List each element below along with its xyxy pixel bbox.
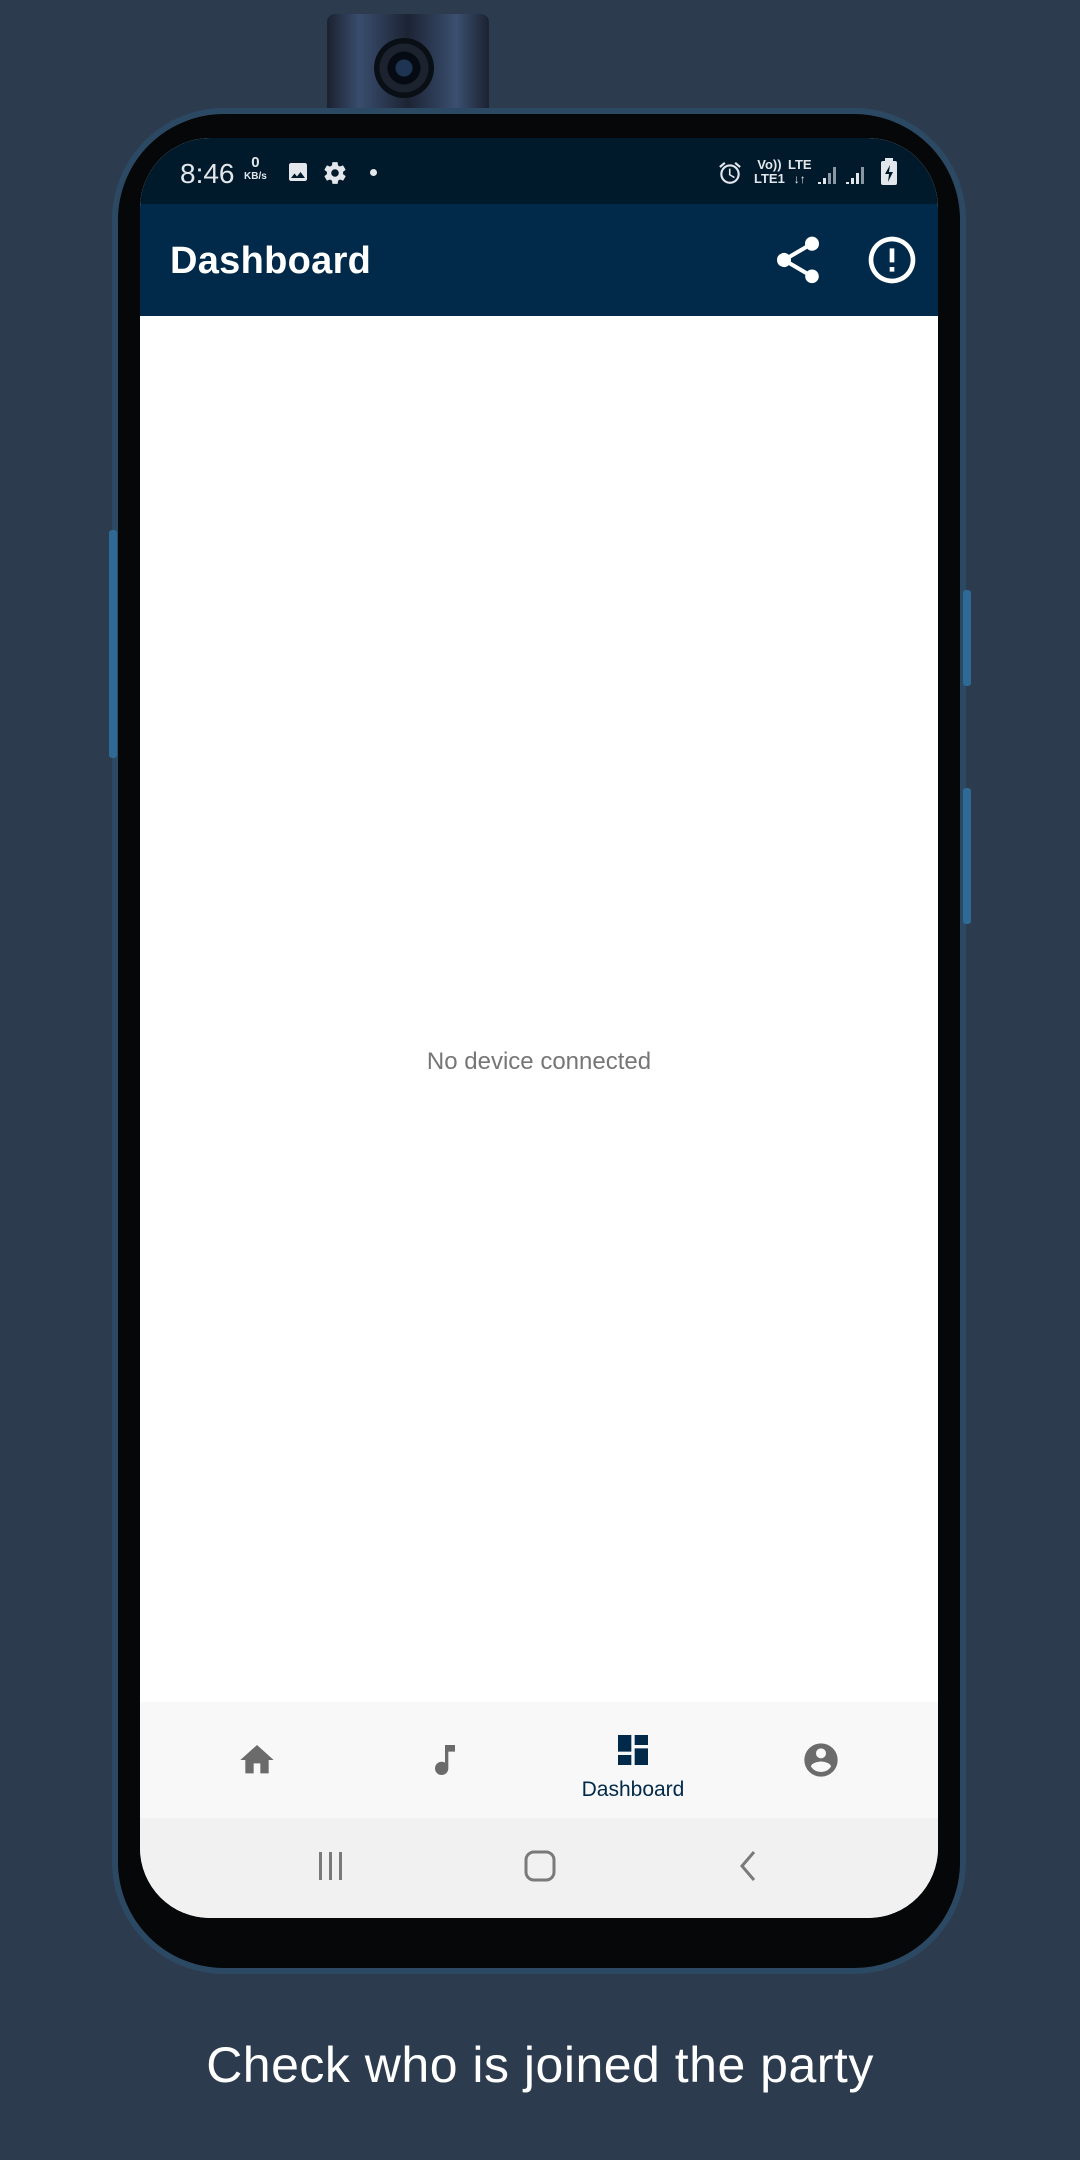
volte-indicator: Vo)) LTE1 xyxy=(754,157,785,186)
settings-icon xyxy=(322,160,348,191)
account-icon xyxy=(804,1743,838,1777)
nav-item-profile[interactable] xyxy=(727,1702,915,1818)
nav-label-dashboard: Dashboard xyxy=(581,1778,685,1801)
side-button xyxy=(963,788,971,924)
info-icon xyxy=(868,236,916,284)
gallery-icon xyxy=(286,160,310,189)
home-button-icon[interactable] xyxy=(522,1848,558,1889)
page-title: Dashboard xyxy=(170,240,372,282)
dashboard-icon xyxy=(618,1735,648,1765)
alarm-icon xyxy=(717,160,743,191)
bottom-navigation: Dashboard xyxy=(140,1702,938,1818)
battery-icon xyxy=(880,158,898,191)
nav-item-music[interactable] xyxy=(351,1702,539,1818)
home-icon xyxy=(240,1745,274,1774)
empty-state-message: No device connected xyxy=(426,1048,652,1075)
camera-lens xyxy=(374,38,434,98)
lte-indicator: LTE ↓↑ xyxy=(788,157,812,187)
back-icon[interactable] xyxy=(734,1848,764,1889)
notification-dot xyxy=(370,169,377,176)
recent-apps-icon[interactable] xyxy=(316,1848,346,1889)
net-speed: 0 KB/s xyxy=(244,154,267,182)
signal-icon-1 xyxy=(816,162,840,189)
share-button[interactable] xyxy=(770,232,826,288)
status-time: 8:46 xyxy=(180,158,235,189)
phone-screen: 8:46 0 KB/s Vo)) LTE1 LTE ↓↑ Dashboard N… xyxy=(140,138,938,1918)
promo-caption: Check who is joined the party xyxy=(206,2037,874,2093)
nav-item-dashboard[interactable]: Dashboard xyxy=(539,1702,727,1818)
music-note-icon xyxy=(435,1745,455,1776)
power-button xyxy=(963,590,971,686)
signal-icon-2 xyxy=(844,162,868,189)
info-button[interactable] xyxy=(864,232,920,288)
system-navigation-bar xyxy=(140,1818,938,1918)
nav-item-home[interactable] xyxy=(163,1702,351,1818)
volume-button xyxy=(109,530,117,758)
app-bar: Dashboard xyxy=(140,204,938,316)
dashboard-content: No device connected xyxy=(140,316,938,1702)
status-bar: 8:46 0 KB/s Vo)) LTE1 LTE ↓↑ xyxy=(140,138,938,204)
share-icon xyxy=(776,236,820,284)
